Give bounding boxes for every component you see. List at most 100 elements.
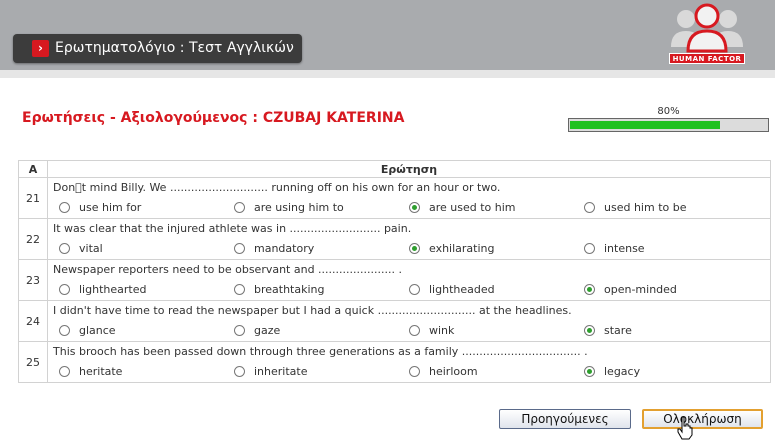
progress-label: 80% — [657, 106, 680, 117]
question-text: It was clear that the injured athlete wa… — [53, 222, 412, 235]
question-number: 25 — [18, 341, 48, 383]
option-label: exhilarating — [429, 242, 495, 255]
option-label: glance — [79, 324, 116, 337]
column-header-question: Ερώτηση — [47, 160, 771, 178]
radio-button[interactable] — [59, 366, 70, 377]
radio-button[interactable] — [59, 284, 70, 295]
option-label: intense — [604, 242, 645, 255]
hand-cursor-icon — [677, 416, 693, 440]
radio-button[interactable] — [409, 325, 420, 336]
logo-badge: HUMAN FACTOR — [669, 53, 745, 64]
progress-fill — [570, 121, 720, 129]
finish-button[interactable]: Ολοκλήρωση — [642, 409, 763, 429]
answer-option[interactable]: open-minded — [578, 279, 753, 300]
radio-button[interactable] — [409, 202, 420, 213]
question-text: I didn't have time to read the newspaper… — [53, 304, 572, 317]
human-factor-logo: HUMAN FACTOR — [666, 3, 748, 64]
answer-option[interactable]: mandatory — [228, 238, 403, 259]
question-cell: It was clear that the injured athlete wa… — [47, 218, 771, 260]
radio-button[interactable] — [59, 202, 70, 213]
option-label: are using him to — [254, 201, 344, 214]
radio-button[interactable] — [234, 202, 245, 213]
option-label: use him for — [79, 201, 142, 214]
answer-options: vital mandatory exhilarating intense — [53, 238, 770, 259]
question-row: 22 It was clear that the injured athlete … — [18, 218, 771, 260]
radio-button[interactable] — [234, 243, 245, 254]
option-label: inheritate — [254, 365, 308, 378]
answer-option[interactable]: lightheaded — [403, 279, 578, 300]
top-banner: › Ερωτηματολόγιο : Τεστ Αγγλικών HUMAN F… — [0, 0, 775, 70]
option-label: used him to be — [604, 201, 687, 214]
question-text: Don t mind Billy. We ...................… — [53, 181, 501, 194]
header-divider — [0, 70, 775, 78]
question-row: 25 This brooch has been passed down throu… — [18, 341, 771, 383]
question-text: This brooch has been passed down through… — [53, 345, 588, 358]
question-row: 21 Don t mind Billy. We .................… — [18, 177, 771, 219]
answer-option[interactable]: gaze — [228, 320, 403, 341]
question-number: 22 — [18, 218, 48, 260]
option-label: breathtaking — [254, 283, 325, 296]
option-label: lighthearted — [79, 283, 147, 296]
radio-button[interactable] — [584, 366, 595, 377]
previous-button[interactable]: Προηγούμενες — [499, 409, 631, 429]
answer-option[interactable]: vital — [53, 238, 228, 259]
question-cell: Newspaper reporters need to be observant… — [47, 259, 771, 301]
radio-button[interactable] — [59, 325, 70, 336]
radio-button[interactable] — [584, 284, 595, 295]
answer-options: heritate inheritate heirloom legacy — [53, 361, 770, 382]
option-label: gaze — [254, 324, 281, 337]
radio-button[interactable] — [234, 325, 245, 336]
question-number: 23 — [18, 259, 48, 301]
option-label: legacy — [604, 365, 641, 378]
question-number: 24 — [18, 300, 48, 342]
answer-option[interactable]: use him for — [53, 197, 228, 218]
question-cell: I didn't have time to read the newspaper… — [47, 300, 771, 342]
answer-option[interactable]: heritate — [53, 361, 228, 382]
title-bar: › Ερωτηματολόγιο : Τεστ Αγγλικών — [13, 34, 302, 63]
option-label: vital — [79, 242, 103, 255]
option-label: heirloom — [429, 365, 478, 378]
answer-options: glance gaze wink stare — [53, 320, 770, 341]
answer-option[interactable]: legacy — [578, 361, 753, 382]
answer-option[interactable]: intense — [578, 238, 753, 259]
question-cell: This brooch has been passed down through… — [47, 341, 771, 383]
question-row: 23 Newspaper reporters need to be observa… — [18, 259, 771, 301]
answer-option[interactable]: heirloom — [403, 361, 578, 382]
radio-button[interactable] — [409, 243, 420, 254]
answer-option[interactable]: used him to be — [578, 197, 753, 218]
question-number: 21 — [18, 177, 48, 219]
radio-button[interactable] — [409, 284, 420, 295]
option-label: stare — [604, 324, 632, 337]
answer-option[interactable]: exhilarating — [403, 238, 578, 259]
questions-table: Α Ερώτηση 21 Don t mind Billy. We .......… — [18, 160, 771, 383]
radio-button[interactable] — [409, 366, 420, 377]
radio-button[interactable] — [584, 243, 595, 254]
question-text: Newspaper reporters need to be observant… — [53, 263, 402, 276]
radio-button[interactable] — [59, 243, 70, 254]
answer-option[interactable]: wink — [403, 320, 578, 341]
option-label: lightheaded — [429, 283, 495, 296]
page-title: Ερωτηματολόγιο : Τεστ Αγγλικών — [55, 40, 294, 56]
answer-option[interactable]: are used to him — [403, 197, 578, 218]
answer-option[interactable]: lighthearted — [53, 279, 228, 300]
radio-button[interactable] — [234, 366, 245, 377]
section-heading: Ερωτήσεις - Αξιολογούμενος : CZUBAJ KATE… — [22, 110, 405, 126]
radio-button[interactable] — [584, 202, 595, 213]
answer-options: lighthearted breathtaking lightheaded open-… — [53, 279, 770, 300]
question-row: 24 I didn't have time to read the newspap… — [18, 300, 771, 342]
option-label: are used to him — [429, 201, 516, 214]
option-label: open-minded — [604, 283, 677, 296]
users-icon — [671, 3, 743, 53]
answer-option[interactable]: glance — [53, 320, 228, 341]
answer-option[interactable]: breathtaking — [228, 279, 403, 300]
table-header-row: Α Ερώτηση — [18, 160, 771, 178]
radio-button[interactable] — [234, 284, 245, 295]
answer-options: use him for are using him to are used to h… — [53, 197, 770, 218]
option-label: wink — [429, 324, 455, 337]
radio-button[interactable] — [584, 325, 595, 336]
arrow-right-icon: › — [32, 40, 49, 57]
answer-option[interactable]: inheritate — [228, 361, 403, 382]
answer-option[interactable]: stare — [578, 320, 753, 341]
column-header-number: Α — [18, 160, 48, 178]
answer-option[interactable]: are using him to — [228, 197, 403, 218]
